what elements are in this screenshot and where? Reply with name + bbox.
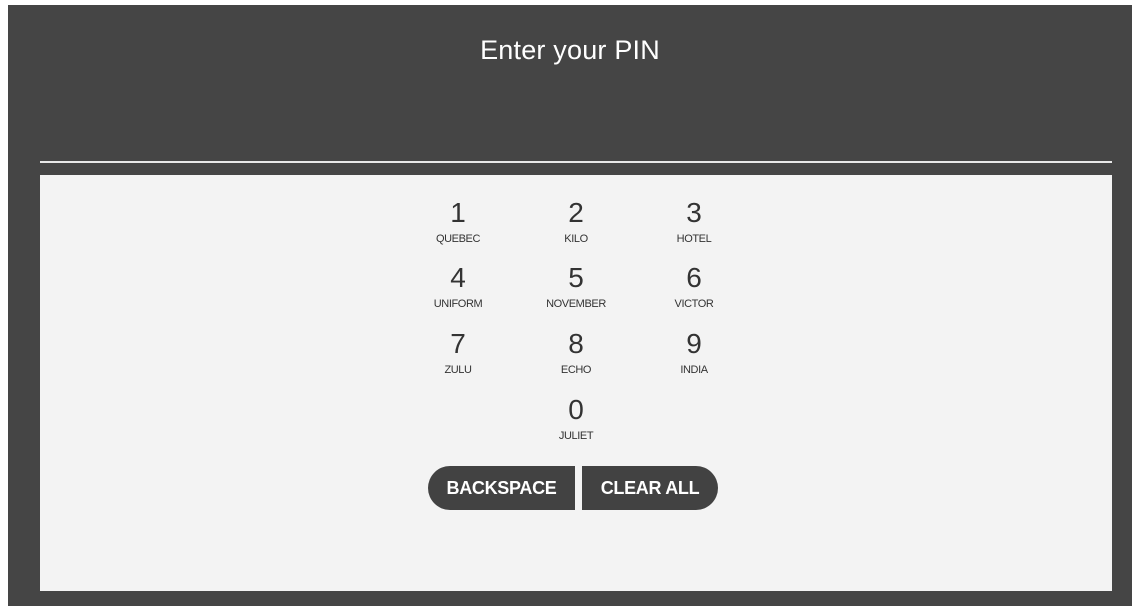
key-word: VICTOR (674, 298, 714, 310)
page-title: Enter your PIN (480, 35, 660, 65)
key-digit: 6 (686, 262, 702, 293)
key-digit: 2 (568, 197, 584, 228)
key-word: INDIA (680, 364, 708, 376)
key-7[interactable]: 7 ZULU (403, 326, 513, 390)
key-digit: 4 (450, 262, 466, 293)
numeric-keypad: 1 QUEBEC 2 KILO 3 HOTEL 4 UNIFORM 5 NOVE… (40, 175, 1112, 591)
key-9[interactable]: 9 INDIA (639, 326, 749, 390)
key-digit: 9 (686, 328, 702, 359)
key-digit: 5 (568, 262, 584, 293)
key-4[interactable]: 4 UNIFORM (403, 260, 513, 324)
key-2[interactable]: 2 KILO (521, 195, 631, 259)
key-digit: 3 (686, 197, 702, 228)
key-word: JULIET (558, 430, 594, 442)
key-digit: 7 (450, 328, 466, 359)
key-word: ZULU (444, 364, 472, 376)
key-8[interactable]: 8 ECHO (521, 326, 631, 390)
key-3[interactable]: 3 HOTEL (639, 195, 749, 259)
key-word: QUEBEC (435, 233, 481, 245)
key-1[interactable]: 1 QUEBEC (403, 195, 513, 259)
key-word: NOVEMBER (546, 298, 606, 310)
key-0[interactable]: 0 JULIET (521, 392, 631, 456)
key-word: KILO (564, 233, 588, 245)
key-5[interactable]: 5 NOVEMBER (521, 260, 631, 324)
keypad-panel: 1 QUEBEC 2 KILO 3 HOTEL 4 UNIFORM 5 NOVE… (40, 175, 1112, 591)
backspace-button[interactable]: BACKSPACE (428, 466, 575, 510)
clear-all-button[interactable]: CLEAR ALL (582, 466, 718, 510)
key-word: UNIFORM (433, 298, 483, 310)
key-digit: 0 (568, 394, 584, 425)
title-divider (40, 161, 1112, 163)
pin-entry-screen: Enter your PIN 1 QUEBEC 2 KILO 3 HOTEL 4… (8, 5, 1132, 606)
key-6[interactable]: 6 VICTOR (639, 260, 749, 324)
key-digit: 1 (450, 197, 466, 228)
key-word: ECHO (560, 364, 592, 376)
key-digit: 8 (568, 328, 584, 359)
key-word: HOTEL (676, 233, 712, 245)
